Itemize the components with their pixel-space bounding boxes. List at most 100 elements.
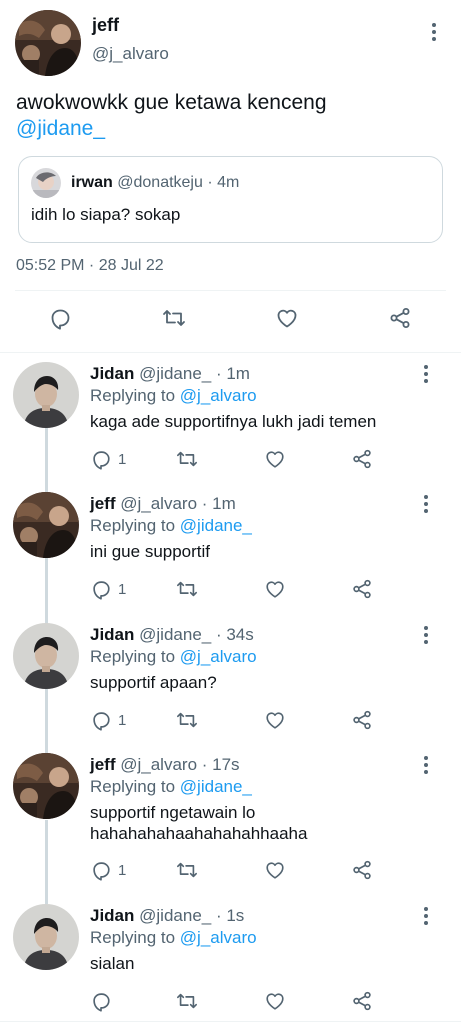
reply-name[interactable]: jeff: [90, 755, 116, 774]
avatar[interactable]: [13, 623, 79, 689]
replying-to: Replying to @j_alvaro: [90, 647, 257, 667]
quoted-handle: @donatkeju: [117, 174, 203, 191]
reply-handle[interactable]: @jidane_: [139, 625, 211, 644]
reply-icon: [90, 448, 112, 470]
author-name[interactable]: jeff: [92, 15, 119, 36]
reply-count: 1: [118, 450, 127, 468]
mention-link[interactable]: @jidane_: [180, 777, 252, 796]
share-button[interactable]: [351, 448, 373, 470]
reply-time: · 1s: [215, 906, 245, 925]
share-button[interactable]: [351, 990, 373, 1012]
like-button[interactable]: [275, 306, 299, 330]
share-icon: [388, 306, 412, 330]
more-icon[interactable]: [416, 753, 436, 777]
author-handle[interactable]: @j_alvaro: [92, 44, 169, 64]
reply-header: jeff @j_alvaro · 1m: [90, 494, 236, 514]
reply-header: jeff @j_alvaro · 17s: [90, 755, 240, 775]
avatar[interactable]: [15, 10, 81, 76]
retweet-button[interactable]: [162, 306, 186, 330]
like-icon: [264, 578, 286, 600]
tweet-actions: [0, 306, 461, 338]
retweet-button[interactable]: [176, 859, 198, 881]
retweet-icon: [176, 990, 198, 1012]
reply-count: 1: [118, 711, 127, 729]
mention-link[interactable]: @j_alvaro: [180, 386, 257, 405]
reply-icon: [48, 306, 72, 330]
retweet-button[interactable]: [176, 448, 198, 470]
reply-button[interactable]: 1: [90, 448, 126, 470]
reply-name[interactable]: jeff: [90, 494, 116, 513]
reply-text: supportif ngetawain lo hahahahahaahahaha…: [90, 803, 308, 843]
share-button[interactable]: [351, 709, 373, 731]
more-icon[interactable]: [416, 904, 436, 928]
reply-button[interactable]: 1: [90, 859, 126, 881]
retweet-icon: [176, 859, 198, 881]
reply-time: · 17s: [201, 755, 240, 774]
mention-link[interactable]: @jidane_: [16, 117, 105, 140]
avatar[interactable]: [13, 904, 79, 970]
more-icon[interactable]: [424, 20, 444, 44]
retweet-button[interactable]: [176, 709, 198, 731]
reply-actions: [0, 990, 461, 1014]
reply-button[interactable]: 1: [90, 709, 126, 731]
retweet-button[interactable]: [176, 578, 198, 600]
reply-text: sialan: [90, 954, 135, 973]
more-icon[interactable]: [416, 623, 436, 647]
quoted-time: 4m: [217, 174, 240, 191]
replying-label: Replying to: [90, 647, 176, 666]
mention-link[interactable]: @j_alvaro: [180, 928, 257, 947]
reply-header: Jidan @jidane_ · 34s: [90, 625, 254, 645]
reply-icon: [90, 578, 112, 600]
tweet-timestamp[interactable]: 05:52 PM · 28 Jul 22: [16, 257, 164, 275]
like-button[interactable]: [264, 990, 286, 1012]
reply-time: · 1m: [215, 364, 250, 383]
reply-name[interactable]: Jidan: [90, 625, 134, 644]
replying-label: Replying to: [90, 777, 176, 796]
reply-icon: [90, 990, 112, 1012]
reply-header: Jidan @jidane_ · 1m: [90, 364, 250, 384]
retweet-icon: [176, 448, 198, 470]
like-button[interactable]: [264, 578, 286, 600]
like-icon: [264, 709, 286, 731]
avatar: [31, 168, 61, 198]
avatar[interactable]: [13, 492, 79, 558]
reply-handle[interactable]: @j_alvaro: [120, 755, 197, 774]
replying-to: Replying to @j_alvaro: [90, 928, 257, 948]
share-icon: [351, 990, 373, 1012]
reply-name[interactable]: Jidan: [90, 906, 134, 925]
reply-handle[interactable]: @jidane_: [139, 906, 211, 925]
reply-text: kaga ade supportifnya lukh jadi temen: [90, 412, 377, 431]
like-button[interactable]: [264, 859, 286, 881]
reply-icon: [90, 709, 112, 731]
avatar[interactable]: [13, 362, 79, 428]
replying-to: Replying to @jidane_: [90, 777, 252, 797]
reply-button[interactable]: 1: [90, 578, 126, 600]
retweet-icon: [176, 578, 198, 600]
mention-link[interactable]: @j_alvaro: [180, 647, 257, 666]
reply-handle[interactable]: @j_alvaro: [120, 494, 197, 513]
reply-actions: 1: [0, 578, 461, 602]
like-button[interactable]: [264, 709, 286, 731]
retweet-button[interactable]: [176, 990, 198, 1012]
share-button[interactable]: [351, 578, 373, 600]
like-icon: [264, 859, 286, 881]
like-button[interactable]: [264, 448, 286, 470]
quoted-tweet[interactable]: irwan @donatkeju · 4m idih lo siapa? sok…: [18, 156, 443, 243]
more-icon[interactable]: [416, 492, 436, 516]
quoted-name: irwan: [71, 174, 113, 191]
avatar[interactable]: [13, 753, 79, 819]
reply-button[interactable]: [48, 306, 72, 330]
separator: ·: [207, 174, 213, 191]
more-icon[interactable]: [416, 362, 436, 386]
replying-to: Replying to @j_alvaro: [90, 386, 257, 406]
replying-label: Replying to: [90, 928, 176, 947]
share-button[interactable]: [388, 306, 412, 330]
replying-label: Replying to: [90, 386, 176, 405]
mention-link[interactable]: @jidane_: [180, 516, 252, 535]
share-button[interactable]: [351, 859, 373, 881]
share-icon: [351, 709, 373, 731]
reply-name[interactable]: Jidan: [90, 364, 134, 383]
reply-actions: 1: [0, 709, 461, 733]
reply-button[interactable]: [90, 990, 118, 1012]
reply-handle[interactable]: @jidane_: [139, 364, 211, 383]
